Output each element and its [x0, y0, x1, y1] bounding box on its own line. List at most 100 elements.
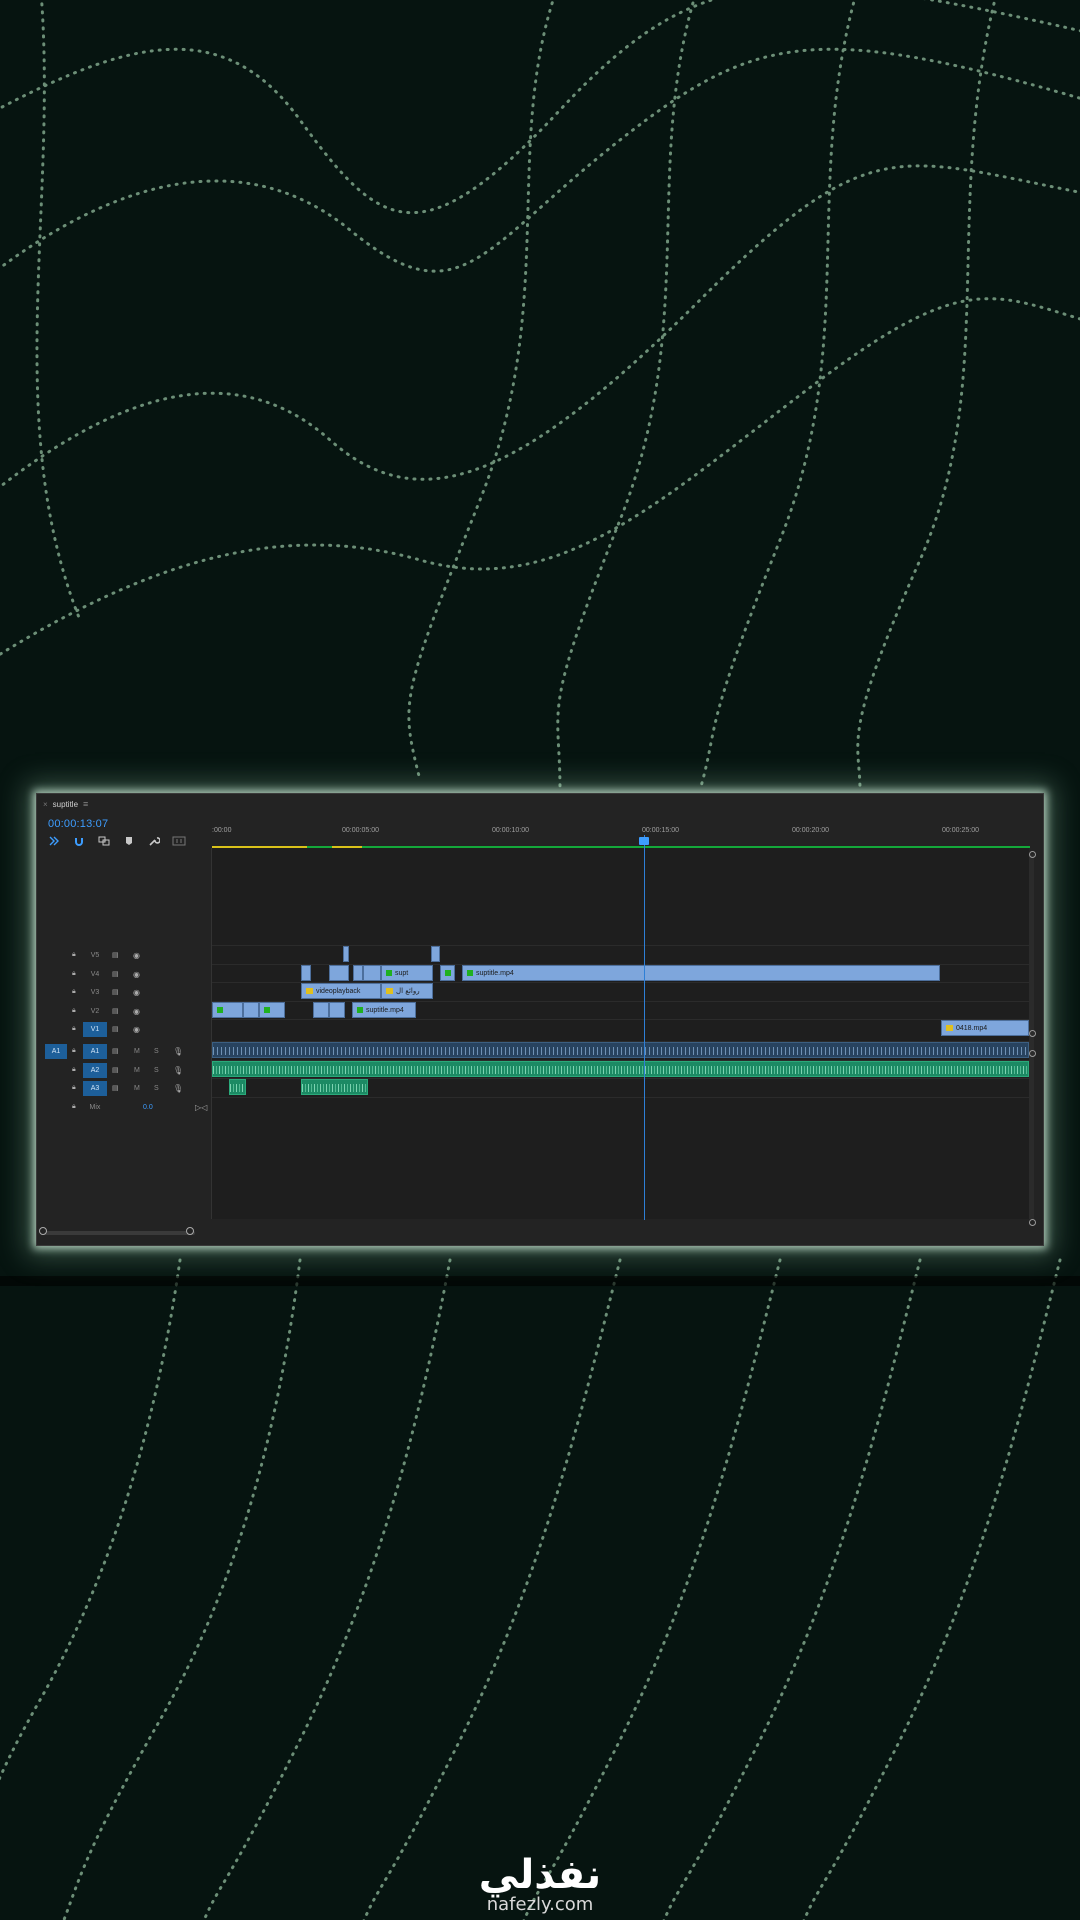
track-headers: 🔒︎ V5 ▤ ◉ 🔒︎ V4 ▤ ◉ 🔒︎ V3 ▤ ◉ 🔒︎ V2 ▤ ◉ … [37, 848, 211, 1218]
video-clip-v1-0418[interactable]: 0418.mp4 [941, 1020, 1029, 1036]
scroll-handle-icon[interactable] [1029, 1219, 1036, 1226]
eye-icon[interactable]: ◉ [133, 1007, 140, 1016]
video-clip[interactable] [329, 965, 349, 981]
lock-icon[interactable]: 🔒︎ [72, 1007, 76, 1015]
sync-lock-icon[interactable]: ▤ [112, 951, 119, 959]
audio-waveform [213, 1066, 1028, 1074]
audio-clip-a2[interactable] [212, 1061, 1029, 1077]
clip-label: videoplayback [316, 987, 361, 995]
fx-badge-icon [386, 988, 393, 994]
scroll-handle-icon[interactable] [1029, 851, 1036, 858]
lock-icon[interactable]: 🔒︎ [72, 1025, 76, 1033]
zoom-scrollbar[interactable] [43, 1231, 195, 1235]
lock-icon[interactable]: 🔒︎ [72, 951, 76, 959]
video-clip-v4-suptitle[interactable]: suptitle.mp4 [462, 965, 940, 981]
fx-badge-icon [357, 1007, 363, 1013]
snap-magnet-icon[interactable] [72, 835, 86, 847]
scroll-handle-icon[interactable] [186, 1227, 194, 1235]
track-name-v2[interactable]: V2 [83, 1004, 107, 1019]
audio-waveform [213, 1047, 1028, 1055]
video-clip-v2-suptitle[interactable]: suptitle.mp4 [352, 1002, 416, 1018]
lock-icon[interactable]: 🔒︎ [72, 1103, 76, 1111]
solo-button[interactable]: S [154, 1085, 159, 1092]
mute-button[interactable]: M [134, 1048, 140, 1055]
audio-clip-a1[interactable] [212, 1042, 1029, 1058]
lock-icon[interactable]: 🔒︎ [72, 1066, 76, 1074]
mix-label: Mix [89, 1103, 101, 1111]
track-header-mix: 🔒︎ Mix 0.0 ▷◁ [37, 1098, 211, 1116]
track-header-v2: 🔒︎ V2 ▤ ◉ [37, 1002, 211, 1020]
track-name-v4[interactable]: V4 [83, 967, 107, 982]
video-clip[interactable] [440, 965, 455, 981]
fx-badge-icon [467, 970, 473, 976]
fx-badge-icon [306, 988, 313, 994]
add-marker-icon[interactable] [122, 835, 136, 847]
video-clip[interactable] [313, 1002, 329, 1018]
video-clip[interactable] [329, 1002, 345, 1018]
captions-icon[interactable] [172, 835, 186, 847]
video-clip[interactable] [301, 965, 311, 981]
sync-lock-icon[interactable]: ▤ [112, 1025, 119, 1033]
sync-lock-icon[interactable]: ▤ [112, 970, 119, 978]
sync-lock-icon[interactable]: ▤ [112, 1084, 119, 1092]
eye-icon[interactable]: ◉ [133, 951, 140, 960]
track-name-a2[interactable]: A2 [83, 1062, 107, 1078]
mix-volume-value[interactable]: 0.0 [143, 1104, 153, 1111]
video-clip[interactable] [243, 1002, 259, 1018]
audio-clip-a3[interactable] [301, 1079, 368, 1095]
video-clip[interactable] [212, 1002, 243, 1018]
close-tab-icon[interactable]: × [43, 800, 48, 809]
microphone-icon[interactable]: 🎙︎ [173, 1047, 183, 1056]
scroll-handle-icon[interactable] [39, 1227, 47, 1235]
video-clip[interactable] [259, 1002, 285, 1018]
lock-icon[interactable]: 🔒︎ [72, 988, 76, 996]
playhead-line[interactable] [644, 835, 645, 1220]
track-header-v5: 🔒︎ V5 ▤ ◉ [37, 946, 211, 964]
solo-button[interactable]: S [154, 1048, 159, 1055]
track-name-v5[interactable]: V5 [83, 948, 107, 963]
sync-lock-icon[interactable]: ▤ [112, 1007, 119, 1015]
eye-icon[interactable]: ◉ [133, 970, 140, 979]
track-header-v1: 🔒︎ V1 ▤ ◉ [37, 1020, 211, 1038]
audio-clip-a3[interactable] [229, 1079, 246, 1095]
sequence-tab[interactable]: × suptitle ≡ [37, 794, 1043, 814]
track-name-v3[interactable]: V3 [83, 985, 107, 1000]
audio-waveform [230, 1084, 245, 1092]
sync-lock-icon[interactable]: ▤ [112, 1047, 119, 1055]
track-name-v1[interactable]: V1 [83, 1021, 107, 1037]
solo-button[interactable]: S [154, 1067, 159, 1074]
playhead-handle[interactable] [639, 837, 649, 845]
ripple-edit-icon[interactable] [47, 835, 61, 847]
microphone-icon[interactable]: 🎙︎ [173, 1084, 183, 1093]
playhead-timecode[interactable]: 00:00:13:07 [48, 818, 108, 830]
sync-lock-icon[interactable]: ▤ [112, 988, 119, 996]
eye-icon[interactable]: ◉ [133, 988, 140, 997]
microphone-icon[interactable]: 🎙︎ [173, 1066, 183, 1075]
video-clip[interactable] [363, 965, 381, 981]
source-patch-a1[interactable]: A1 [45, 1043, 67, 1059]
wrench-icon[interactable] [147, 835, 161, 847]
track-row-v1 [212, 1019, 1029, 1037]
lock-icon[interactable]: 🔒︎ [72, 970, 76, 978]
video-clip-v3-videoplayback[interactable]: videoplayback [301, 983, 381, 999]
eye-icon[interactable]: ◉ [133, 1025, 140, 1034]
lock-icon[interactable]: 🔒︎ [72, 1047, 76, 1055]
linked-selection-icon[interactable] [97, 835, 111, 847]
track-name-a3[interactable]: A3 [83, 1080, 107, 1096]
sync-lock-icon[interactable]: ▤ [112, 1066, 119, 1074]
video-clip[interactable] [343, 946, 349, 962]
video-clip-v3-arabic[interactable]: روائع ال [381, 983, 433, 999]
track-name-a1[interactable]: A1 [83, 1043, 107, 1059]
scroll-handle-icon[interactable] [1029, 1030, 1036, 1037]
video-clip[interactable] [353, 965, 363, 981]
video-clip-v4-supt[interactable]: supt [381, 965, 433, 981]
video-clip[interactable] [431, 946, 440, 962]
mute-button[interactable]: M [134, 1085, 140, 1092]
lock-icon[interactable]: 🔒︎ [72, 1084, 76, 1092]
sequence-tab-label: suptitle [52, 799, 79, 809]
panel-menu-icon[interactable]: ≡ [83, 799, 88, 809]
track-area[interactable]: supt suptitle.mp4 videoplayback روائع ال [211, 848, 1029, 1219]
mute-button[interactable]: M [134, 1067, 140, 1074]
scroll-handle-icon[interactable] [1029, 1050, 1036, 1057]
go-to-end-icon[interactable]: ▷◁ [195, 1103, 207, 1112]
